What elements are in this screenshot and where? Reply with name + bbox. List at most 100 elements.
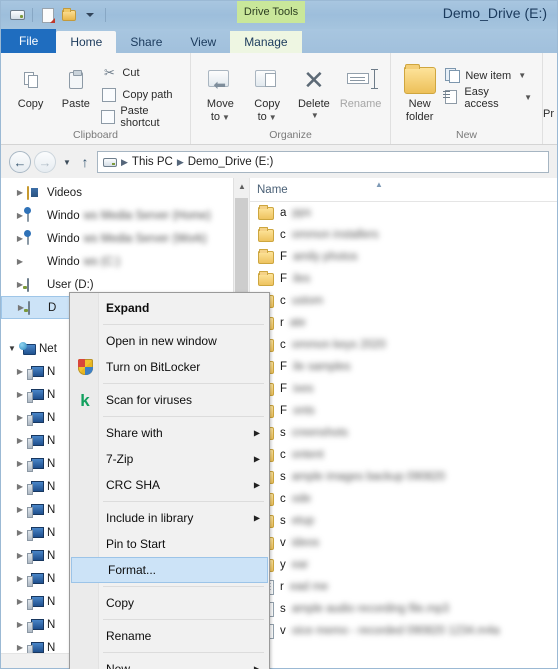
copy-to-dropdown-icon[interactable]: ▼: [269, 113, 277, 122]
tab-home[interactable]: Home: [56, 31, 117, 53]
menu-item-pin-to-start[interactable]: Pin to Start: [70, 531, 269, 557]
menu-item-open-in-new-window[interactable]: Open in new window: [70, 328, 269, 354]
delete-button[interactable]: ✕ Delete ▼: [292, 58, 337, 120]
tab-file[interactable]: File: [1, 29, 57, 53]
drive-icon[interactable]: [8, 6, 26, 24]
recent-locations-icon[interactable]: ▼: [59, 158, 75, 167]
new-item-button[interactable]: New item ▼: [441, 66, 535, 85]
chevron-right-icon[interactable]: ▶: [13, 188, 27, 197]
forward-button[interactable]: →: [34, 151, 56, 173]
chevron-right-icon[interactable]: ▶: [13, 436, 27, 445]
chevron-right-icon[interactable]: ▶: [13, 528, 27, 537]
file-name: F: [280, 273, 288, 285]
easy-access-button[interactable]: Easy access ▼: [441, 86, 535, 110]
chevron-right-icon[interactable]: ▶: [13, 551, 27, 560]
tree-item-windows-media-server-work[interactable]: ▶ Windo ws Media Server (Work): [1, 227, 249, 250]
chevron-right-icon[interactable]: ▶: [13, 597, 27, 606]
chevron-right-icon[interactable]: ▶: [13, 620, 27, 629]
menu-item-rename[interactable]: Rename: [70, 623, 269, 649]
tree-item-windows-drive[interactable]: ▶ Windo ws (C:): [1, 250, 249, 273]
breadcrumb-separator-0[interactable]: ▶: [120, 157, 129, 168]
file-list-item[interactable]: F onts: [250, 400, 557, 422]
breadcrumb-drive-icon: [103, 157, 117, 167]
paste-shortcut-button[interactable]: Paste shortcut: [98, 105, 183, 129]
menu-item-include-in-library[interactable]: Include in library ▶: [70, 505, 269, 531]
scroll-up-icon[interactable]: ▲: [234, 178, 249, 195]
breadcrumb-separator-1[interactable]: ▶: [176, 157, 185, 168]
back-button[interactable]: ←: [9, 151, 31, 173]
chevron-down-icon[interactable]: ▼: [5, 344, 19, 353]
chevron-right-icon[interactable]: ▶: [13, 459, 27, 468]
menu-item-scan-for-viruses[interactable]: k Scan for viruses: [70, 387, 269, 413]
file-list-item[interactable]: s etup: [250, 510, 557, 532]
menu-item-crc-sha[interactable]: CRC SHA ▶: [70, 472, 269, 498]
file-list-item[interactable]: F iles: [250, 268, 557, 290]
copy-button[interactable]: Copy: [8, 58, 53, 111]
file-list-item[interactable]: F amily photos: [250, 246, 557, 268]
column-header-name[interactable]: Name: [257, 184, 288, 196]
breadcrumb[interactable]: ▶ This PC ▶ Demo_Drive (E:): [97, 151, 549, 173]
up-button[interactable]: ↑: [75, 154, 95, 170]
menu-item-expand[interactable]: Expand: [70, 295, 269, 321]
menu-item-share-with[interactable]: Share with ▶: [70, 420, 269, 446]
file-list-item[interactable]: F ixes: [250, 378, 557, 400]
file-list-item[interactable]: s creenshots: [250, 422, 557, 444]
copy-to-button[interactable]: Copy to ▼: [245, 58, 290, 123]
file-list-item[interactable]: v oice memo - recorded 090820 1234.m4a: [250, 620, 557, 642]
menu-item-new[interactable]: New ▶: [70, 656, 269, 669]
delete-dropdown-icon[interactable]: ▼: [311, 111, 319, 120]
chevron-right-icon[interactable]: ▶: [13, 367, 27, 376]
menu-item-7-zip[interactable]: 7-Zip ▶: [70, 446, 269, 472]
breadcrumb-item-this-pc[interactable]: This PC: [132, 156, 173, 168]
chevron-right-icon[interactable]: ▶: [13, 574, 27, 583]
easy-access-dropdown-icon[interactable]: ▼: [524, 93, 532, 102]
new-item-label: New item: [465, 69, 512, 82]
file-list-item[interactable]: v ideos: [250, 532, 557, 554]
file-list-item[interactable]: F ile samples: [250, 356, 557, 378]
properties-icon[interactable]: [39, 6, 57, 24]
new-folder-icon[interactable]: [60, 6, 78, 24]
clipboard-small-commands: ✂ Cut Copy path Paste shortcut: [98, 58, 183, 129]
file-list-item[interactable]: y ear: [250, 554, 557, 576]
chevron-right-icon[interactable]: ▶: [13, 413, 27, 422]
file-list-item[interactable]: c ommon keys 2020: [250, 334, 557, 356]
menu-item-format[interactable]: Format...: [71, 557, 268, 583]
menu-separator: [103, 416, 264, 417]
file-list-item[interactable]: r ate: [250, 312, 557, 334]
chevron-right-icon[interactable]: ▶: [13, 643, 27, 652]
new-folder-button[interactable]: New folder: [398, 58, 441, 123]
copy-path-button[interactable]: Copy path: [98, 85, 183, 104]
breadcrumb-item-demo-drive[interactable]: Demo_Drive (E:): [188, 156, 274, 168]
tree-item-windows-media-server-home[interactable]: ▶ Windo ws Media Server (Home): [1, 204, 249, 227]
tab-manage[interactable]: Manage: [230, 31, 302, 53]
menu-separator: [103, 501, 264, 502]
chevron-right-icon[interactable]: ▶: [13, 505, 27, 514]
move-to-button[interactable]: ⬅ Move to ▼: [198, 58, 243, 123]
menu-item-copy[interactable]: Copy: [70, 590, 269, 616]
new-item-dropdown-icon[interactable]: ▼: [518, 71, 526, 80]
chevron-right-icon[interactable]: ▶: [13, 482, 27, 491]
file-list-item[interactable]: c ontent: [250, 444, 557, 466]
tab-share[interactable]: Share: [116, 31, 176, 53]
menu-separator: [103, 652, 264, 653]
file-list-item[interactable]: s ample audio recording file.mp3: [250, 598, 557, 620]
file-list-item[interactable]: c ommon installers: [250, 224, 557, 246]
menu-item-turn-on-bitlocker[interactable]: Turn on BitLocker: [70, 354, 269, 380]
file-list-item[interactable]: c ode: [250, 488, 557, 510]
tab-view[interactable]: View: [176, 31, 230, 53]
chevron-right-icon[interactable]: ▶: [13, 257, 27, 266]
cut-button[interactable]: ✂ Cut: [98, 63, 183, 82]
file-list-item[interactable]: c ustom: [250, 290, 557, 312]
tree-item-videos[interactable]: ▶ Videos: [1, 181, 249, 204]
paste-button[interactable]: Paste: [53, 58, 98, 111]
customize-qat-icon[interactable]: [81, 6, 99, 24]
chevron-right-icon[interactable]: ▶: [13, 390, 27, 399]
move-to-dropdown-icon[interactable]: ▼: [222, 113, 230, 122]
file-list-item[interactable]: a pps: [250, 202, 557, 224]
rename-button[interactable]: Rename: [338, 58, 383, 111]
file-list-item[interactable]: r ead me: [250, 576, 557, 598]
ribbon-group-clipped[interactable]: Pr: [543, 53, 557, 145]
file-list-item[interactable]: s ample images backup 090820: [250, 466, 557, 488]
file-name: r: [280, 317, 284, 329]
media-server-icon: [27, 230, 43, 247]
